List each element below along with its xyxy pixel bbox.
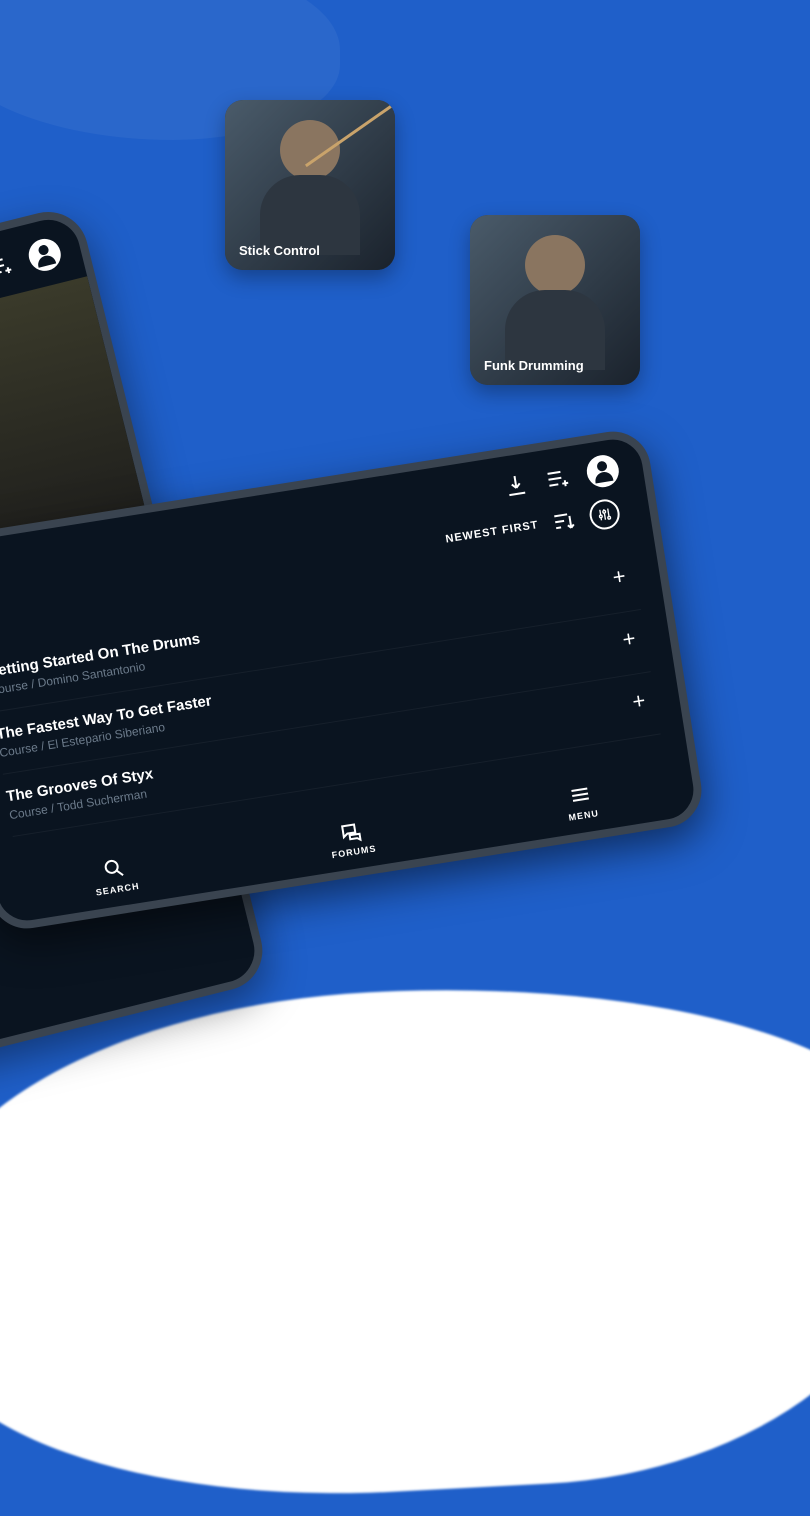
filter-settings-icon[interactable] bbox=[587, 497, 621, 531]
course-card-label: Funk Drumming bbox=[484, 358, 584, 373]
nav-menu[interactable]: MENU bbox=[564, 780, 600, 822]
sort-controls: NEWEST FIRST bbox=[443, 497, 621, 554]
add-icon[interactable]: + bbox=[611, 562, 638, 591]
nav-label: SEARCH bbox=[95, 881, 140, 898]
course-card-funk-drumming[interactable]: Funk Drumming bbox=[470, 215, 640, 385]
marketing-headline: On-Demand Skill Boosting Courses & 5000+… bbox=[0, 1162, 810, 1360]
nav-label: MENU bbox=[568, 808, 600, 823]
menu-icon bbox=[567, 781, 594, 808]
sort-label: NEWEST FIRST bbox=[445, 519, 540, 546]
search-icon bbox=[101, 855, 128, 882]
nav-label: FORUMS bbox=[331, 843, 377, 860]
add-icon[interactable]: + bbox=[630, 686, 657, 715]
playlist-add-icon[interactable] bbox=[0, 251, 15, 280]
course-card-stick-control[interactable]: Stick Control bbox=[225, 100, 395, 270]
nav-search[interactable]: SEARCH bbox=[91, 853, 140, 897]
course-card-label: Stick Control bbox=[239, 243, 320, 258]
nav-forums[interactable]: FORUMS bbox=[327, 816, 377, 861]
playlist-add-icon[interactable] bbox=[544, 465, 571, 492]
forums-icon bbox=[337, 817, 364, 844]
phone2-topbar bbox=[502, 453, 622, 503]
sort-icon[interactable] bbox=[550, 507, 577, 534]
add-icon[interactable]: + bbox=[621, 624, 648, 653]
download-icon[interactable] bbox=[502, 471, 529, 498]
profile-avatar-icon[interactable] bbox=[585, 453, 622, 490]
profile-avatar-icon[interactable] bbox=[25, 235, 64, 274]
